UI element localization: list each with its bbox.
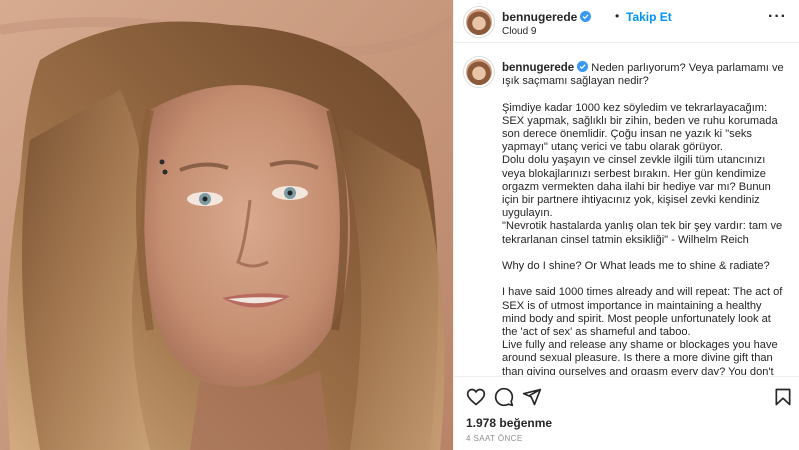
caption-area: bennugerede Neden parlıyorum? Veya parla…: [454, 44, 799, 375]
action-bar: [454, 376, 799, 416]
caption-avatar[interactable]: [464, 57, 494, 87]
post-photo: [0, 0, 453, 450]
location-link[interactable]: Cloud 9: [502, 26, 536, 37]
separator-dot: •: [615, 9, 620, 23]
bookmark-icon[interactable]: [773, 387, 793, 407]
post-header: bennugerede • Takip Et Cloud 9 ···: [454, 0, 799, 43]
verified-badge-icon: [577, 61, 589, 72]
portrait-image: [0, 0, 453, 450]
caption-username-text[interactable]: bennugerede: [502, 62, 574, 74]
username-text[interactable]: bennugerede: [502, 10, 577, 24]
avatar[interactable]: [464, 7, 494, 37]
caption-body: Şimdiye kadar 1000 kez söyledim ve tekra…: [502, 101, 783, 375]
caption: bennugerede Neden parlıyorum? Veya parla…: [502, 61, 786, 375]
post-timestamp[interactable]: 4 SAAT ÖNCE: [466, 434, 523, 443]
ellipsis-icon[interactable]: ···: [768, 9, 787, 25]
heart-icon[interactable]: [466, 387, 486, 407]
likes-count[interactable]: 1.978 beğenme: [466, 416, 552, 430]
verified-badge-icon: [580, 11, 592, 22]
paper-plane-icon[interactable]: [522, 387, 542, 407]
comment-icon[interactable]: [494, 387, 514, 407]
follow-button[interactable]: Takip Et: [626, 10, 672, 24]
caption-username[interactable]: bennugerede: [502, 61, 589, 74]
username-link[interactable]: bennugerede: [502, 10, 592, 24]
post-side-panel: bennugerede • Takip Et Cloud 9 ··· bennu…: [453, 0, 799, 450]
